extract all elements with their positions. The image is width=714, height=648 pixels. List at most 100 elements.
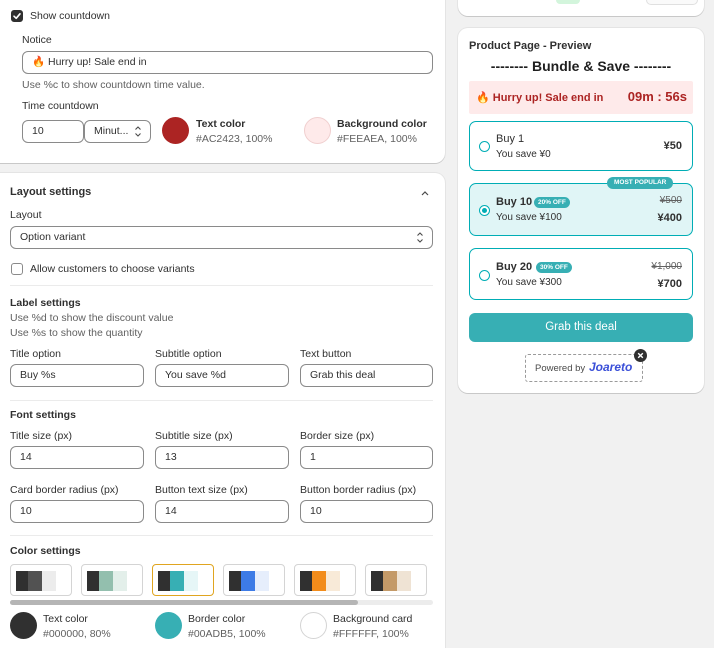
chevron-up-down-icon: [135, 126, 141, 137]
offer-subtitle: You save ¥300: [496, 277, 562, 288]
subtitle-size-label: Subtitle size (px): [155, 430, 233, 442]
card-bg-color-value: #FFFFFF, 100%: [333, 628, 409, 640]
offer-title: Buy 10: [496, 196, 533, 208]
offer-subtitle: You save ¥0: [496, 149, 551, 160]
color-palette-option[interactable]: [294, 564, 356, 596]
countdown-text-color-value: #AC2423, 100%: [196, 133, 273, 145]
offer-radio-selected[interactable]: [479, 205, 490, 216]
offer-old-price: ¥500: [659, 195, 682, 206]
notice-input[interactable]: 🔥 Hurry up! Sale end in: [22, 51, 433, 74]
title-size-label: Title size (px): [10, 430, 73, 442]
countdown-banner-time: 09m : 56s: [627, 89, 687, 104]
close-powered-by-button[interactable]: [634, 349, 647, 362]
countdown-text-color-swatch[interactable]: [162, 117, 189, 144]
label-settings-title: Label settings: [10, 297, 81, 309]
show-countdown-checkbox[interactable]: [11, 10, 23, 22]
palette-color-block: [383, 571, 397, 591]
palette-color-block: [326, 571, 340, 591]
label-settings-help-1: Use %d to show the discount value: [10, 312, 174, 324]
card-border-color-value: #00ADB5, 100%: [188, 628, 266, 640]
palette-color-block: [300, 571, 312, 591]
grab-deal-button[interactable]: Grab this deal: [469, 313, 693, 342]
offer-card-buy-10[interactable]: Buy 10 20% OFF You save ¥100 ¥500 ¥400: [469, 183, 693, 236]
chevron-up-icon[interactable]: [420, 189, 430, 197]
countdown-bg-color-label: Background color: [337, 118, 427, 130]
label-settings-help-2: Use %s to show the quantity: [10, 327, 143, 339]
divider: [10, 535, 433, 536]
layout-select[interactable]: Option variant: [10, 226, 433, 249]
grab-deal-button-label: Grab this deal: [545, 321, 617, 333]
offer-discount-badge: 30% OFF: [536, 262, 572, 273]
card-text-color-label: Text color: [43, 613, 88, 625]
title-option-input[interactable]: Buy %s: [10, 364, 144, 387]
show-countdown-label: Show countdown: [30, 10, 110, 22]
offer-old-price: ¥1,000: [651, 261, 682, 272]
subtitle-option-label: Subtitle option: [155, 348, 222, 360]
notice-help: Use %c to show countdown time value.: [22, 79, 205, 91]
button-text-size-input[interactable]: 14: [155, 500, 289, 523]
palette-color-block: [99, 571, 113, 591]
most-popular-badge: MOST POPULAR: [607, 177, 674, 189]
allow-choose-variants-checkbox[interactable]: [11, 263, 23, 275]
countdown-bg-color-swatch[interactable]: [304, 117, 331, 144]
countdown-bg-color-value: #FEEAEA, 100%: [337, 133, 417, 145]
palette-color-block: [229, 571, 241, 591]
card-radius-input[interactable]: 10: [10, 500, 144, 523]
check-icon: [13, 13, 21, 20]
palette-color-block: [158, 571, 170, 591]
text-button-label: Text button: [300, 348, 352, 360]
palette-color-block: [170, 571, 184, 591]
card-bg-color-swatch[interactable]: [300, 612, 327, 639]
offer-price: ¥400: [657, 212, 682, 224]
title-option-label: Title option: [10, 348, 61, 360]
palette-color-block: [241, 571, 255, 591]
color-palette-option[interactable]: [10, 564, 72, 596]
palette-color-block: [16, 571, 28, 591]
offer-price: ¥700: [657, 278, 682, 290]
color-palette-option[interactable]: [223, 564, 285, 596]
card-bg-color-label: Background card: [333, 613, 413, 625]
button-radius-label: Button border radius (px): [300, 484, 417, 496]
countdown-text-color-label: Text color: [196, 118, 246, 130]
color-palette-option[interactable]: [152, 564, 214, 596]
offer-title: Buy 1: [496, 133, 525, 145]
palette-color-block: [312, 571, 326, 591]
border-size-label: Border size (px): [300, 430, 375, 442]
button-radius-input[interactable]: 10: [300, 500, 433, 523]
title-size-input[interactable]: 14: [10, 446, 144, 469]
offer-card-buy-1[interactable]: Buy 1 You save ¥0 ¥50: [469, 121, 693, 171]
brand-logo: Joareto: [589, 360, 633, 374]
color-palette-option[interactable]: [365, 564, 427, 596]
divider: [10, 285, 433, 286]
palette-color-block: [371, 571, 383, 591]
text-button-input[interactable]: Grab this deal: [300, 364, 433, 387]
palette-color-block: [113, 571, 127, 591]
palette-color-block: [255, 571, 269, 591]
top-card-button[interactable]: [646, 0, 698, 5]
time-countdown-label: Time countdown: [22, 100, 99, 112]
offer-radio[interactable]: [479, 270, 490, 281]
card-text-color-swatch[interactable]: [10, 612, 37, 639]
palette-color-block: [397, 571, 411, 591]
countdown-banner-text: 🔥 Hurry up! Sale end in: [476, 92, 604, 104]
color-palette-option[interactable]: [81, 564, 143, 596]
close-icon: [637, 352, 644, 359]
palette-color-block: [87, 571, 99, 591]
time-countdown-input[interactable]: 10: [22, 120, 84, 143]
border-size-input[interactable]: 1: [300, 446, 433, 469]
allow-choose-variants-label: Allow customers to choose variants: [30, 263, 195, 275]
card-border-color-swatch[interactable]: [155, 612, 182, 639]
offer-radio[interactable]: [479, 141, 490, 152]
time-unit-value: Minut...: [94, 125, 129, 137]
time-unit-select[interactable]: Minut...: [84, 120, 151, 143]
offer-subtitle: You save ¥100: [496, 212, 562, 223]
powered-by-text: Powered by: [535, 363, 586, 374]
offer-price: ¥50: [663, 140, 682, 152]
palette-scrollbar-thumb[interactable]: [10, 600, 358, 605]
offer-discount-badge: 20% OFF: [534, 197, 570, 208]
button-text-size-label: Button text size (px): [155, 484, 248, 496]
subtitle-size-input[interactable]: 13: [155, 446, 289, 469]
offer-title: Buy 20: [496, 261, 533, 273]
offer-card-buy-20[interactable]: Buy 20 30% OFF You save ¥300 ¥1,000 ¥700: [469, 248, 693, 300]
subtitle-option-input[interactable]: You save %d: [155, 364, 289, 387]
